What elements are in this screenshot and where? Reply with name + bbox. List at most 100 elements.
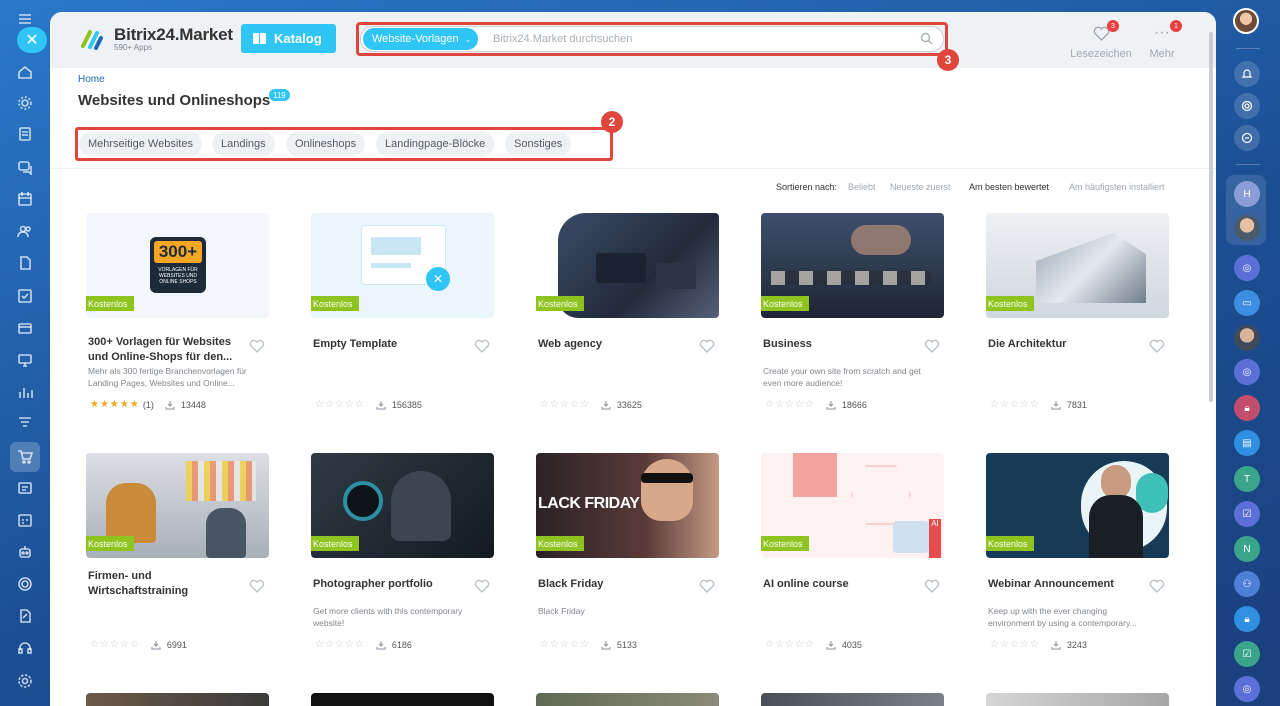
rating-stars: ☆☆☆☆☆: [765, 399, 815, 410]
chat-avatar-tasks[interactable]: ☑: [1234, 501, 1260, 527]
download-icon: [826, 400, 836, 409]
app-thumbnail: ✕ Kostenlos: [311, 213, 494, 318]
title-count-badge: 119: [269, 89, 290, 101]
chat-avatar-tasks-2[interactable]: ☑: [1234, 641, 1260, 667]
scrollbar[interactable]: [1209, 32, 1213, 402]
app-meta: ☆☆☆☆☆ 18666: [765, 399, 867, 410]
favorite-heart-icon[interactable]: [249, 339, 265, 353]
free-badge: Kostenlos: [986, 536, 1034, 551]
chat-avatar-channel-2[interactable]: ◎: [1234, 359, 1260, 385]
chat-avatar-channel[interactable]: ◎: [1234, 255, 1260, 281]
app-title[interactable]: Black Friday: [538, 577, 688, 592]
more-dots-icon: ···: [1154, 24, 1170, 41]
favorite-heart-icon[interactable]: [1149, 579, 1165, 593]
app-card-partial[interactable]: [86, 693, 269, 706]
app-title[interactable]: Webinar Announcement: [988, 577, 1138, 592]
target-icon[interactable]: [14, 573, 36, 595]
download-icon: [1051, 400, 1061, 409]
app-title[interactable]: AI online course: [763, 577, 913, 592]
messenger-icon[interactable]: [1234, 125, 1260, 151]
chat-avatar-lock[interactable]: 🔒︎: [1234, 395, 1260, 421]
crm-icon[interactable]: [14, 317, 36, 339]
user-avatar[interactable]: [1233, 8, 1259, 34]
pulse-icon[interactable]: [1234, 93, 1260, 119]
app-description: Get more clients with this contemporary …: [313, 606, 463, 628]
planner-icon[interactable]: [14, 509, 36, 531]
thumb-subtitle: VORLAGEN FÜR WEBSITES UND ONLINE SHOPS: [158, 267, 198, 285]
chat-avatar-n[interactable]: N: [1234, 536, 1260, 562]
favorite-heart-icon[interactable]: [699, 579, 715, 593]
gear-icon[interactable]: [14, 92, 36, 114]
favorite-heart-icon[interactable]: [474, 579, 490, 593]
chat-avatar-lock-2[interactable]: 🔒︎: [1234, 606, 1260, 632]
filter-icon[interactable]: [14, 412, 36, 434]
sort-option-beliebt[interactable]: Beliebt: [848, 182, 876, 192]
rating-stars: ★★★★★: [90, 399, 140, 410]
download-icon: [165, 400, 175, 409]
sort-label: Sortieren nach:: [776, 182, 838, 192]
favorite-heart-icon[interactable]: [474, 339, 490, 353]
file-icon[interactable]: [14, 252, 36, 274]
app-title[interactable]: Business: [763, 337, 913, 352]
app-title[interactable]: Firmen- und Wirtschaftstraining: [88, 569, 238, 599]
more-count-badge: 1: [1170, 20, 1182, 32]
chat-avatar-t[interactable]: T: [1234, 466, 1260, 492]
rating-stars: ☆☆☆☆☆: [315, 639, 365, 650]
app-meta: ☆☆☆☆☆ 7831: [990, 399, 1087, 410]
sort-option-neueste[interactable]: Neueste zuerst: [890, 182, 951, 192]
chat-avatar-message[interactable]: ▤: [1234, 430, 1260, 456]
free-badge: Kostenlos: [86, 296, 134, 311]
app-title[interactable]: Photographer portfolio: [313, 577, 463, 592]
app-title[interactable]: Empty Template: [313, 337, 463, 352]
app-title[interactable]: Web agency: [538, 337, 688, 352]
app-title[interactable]: 300+ Vorlagen für Websites und Online-Sh…: [88, 335, 238, 365]
users-icon[interactable]: [14, 220, 36, 242]
app-card-partial[interactable]: [761, 693, 944, 706]
chat-icon[interactable]: [14, 156, 36, 178]
sort-option-am-haeufigsten-installiert[interactable]: Am häufigsten installiert: [1069, 182, 1165, 192]
chat-avatar-h[interactable]: H: [1234, 181, 1260, 207]
headset-icon[interactable]: [14, 637, 36, 659]
sites-icon[interactable]: [14, 477, 36, 499]
rail-divider: [1236, 164, 1260, 165]
favorite-heart-icon[interactable]: [699, 339, 715, 353]
analytics-icon[interactable]: [14, 381, 36, 403]
app-card-partial[interactable]: [311, 693, 494, 706]
favorite-heart-icon[interactable]: [249, 579, 265, 593]
favorite-heart-icon[interactable]: [924, 579, 940, 593]
sort-option-am-besten-bewertet[interactable]: Am besten bewertet: [969, 182, 1049, 192]
more-button[interactable]: ··· 1 Mehr: [1127, 20, 1197, 60]
chat-avatar-channel-3[interactable]: ◎: [1234, 676, 1260, 702]
calendar-icon[interactable]: [14, 188, 36, 210]
notifications-icon[interactable]: [1234, 61, 1260, 87]
settings-icon[interactable]: [14, 670, 36, 692]
app-thumbnail: AI Kostenlos: [761, 453, 944, 558]
market-cart-icon[interactable]: [14, 446, 36, 468]
app-description: Mehr als 300 fertige Branchenvorlagen fü…: [88, 366, 247, 388]
book-icon: [253, 33, 266, 44]
breadcrumb-home[interactable]: Home: [78, 74, 105, 85]
chat-avatar-group[interactable]: ⚇: [1234, 571, 1260, 597]
bookmarks-button[interactable]: 3 Lesezeichen: [1066, 20, 1136, 60]
chat-avatar-person-2[interactable]: [1234, 325, 1260, 351]
favorite-heart-icon[interactable]: [1149, 339, 1165, 353]
document-icon[interactable]: [14, 123, 36, 145]
robot-icon[interactable]: [14, 541, 36, 563]
katalog-button[interactable]: Katalog: [241, 24, 336, 53]
favorite-heart-icon[interactable]: [924, 339, 940, 353]
monitor-icon[interactable]: [14, 349, 36, 371]
market-title[interactable]: Bitrix24.Market: [114, 25, 233, 45]
download-icon: [601, 640, 611, 649]
app-title[interactable]: Die Architektur: [988, 337, 1138, 352]
app-card-partial[interactable]: [986, 693, 1169, 706]
app-card-partial[interactable]: [536, 693, 719, 706]
close-slider-button[interactable]: ✕: [17, 27, 47, 53]
bookmarks-label: Lesezeichen: [1070, 48, 1132, 60]
download-icon: [376, 640, 386, 649]
home-icon[interactable]: [14, 61, 36, 83]
tasks-icon[interactable]: [14, 285, 36, 307]
chat-avatar-person[interactable]: [1234, 215, 1260, 241]
download-icon: [826, 640, 836, 649]
edit-icon[interactable]: [14, 605, 36, 627]
chat-avatar-card[interactable]: ▭: [1234, 290, 1260, 316]
